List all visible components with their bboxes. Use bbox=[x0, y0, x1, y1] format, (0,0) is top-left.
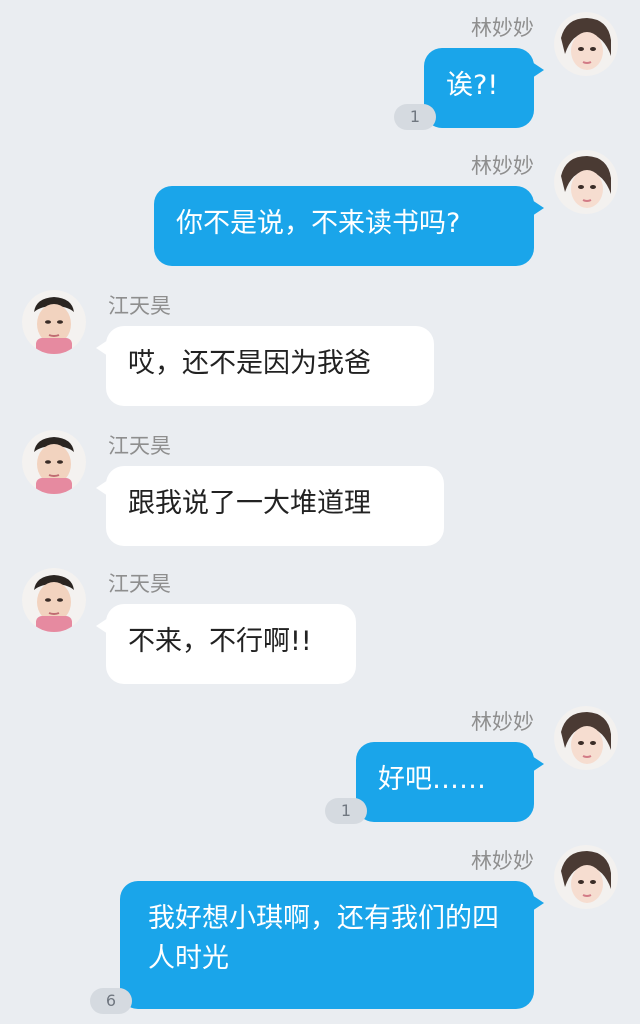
chat-message: 林妙妙 我好想小琪啊，还有我们的四人时光 6 bbox=[0, 845, 640, 1024]
sender-name: 林妙妙 bbox=[471, 154, 534, 178]
message-bubble[interactable]: 好吧…… bbox=[356, 742, 544, 822]
girl-avatar-icon bbox=[554, 845, 618, 909]
sender-name: 林妙妙 bbox=[471, 16, 534, 40]
sender-avatar[interactable] bbox=[22, 290, 86, 354]
message-bubble[interactable]: 哎，还不是因为我爸 bbox=[96, 326, 434, 406]
boy-avatar-icon bbox=[22, 430, 86, 494]
chat-message: 江天昊 跟我说了一大堆道理 bbox=[0, 430, 640, 550]
chat-message: 江天昊 不来，不行啊!! bbox=[0, 568, 640, 688]
girl-avatar-icon bbox=[554, 12, 618, 76]
sender-avatar[interactable] bbox=[22, 430, 86, 494]
sender-name: 江天昊 bbox=[108, 434, 171, 458]
sender-avatar[interactable] bbox=[554, 12, 618, 76]
message-bubble[interactable]: 诶?! bbox=[424, 48, 544, 128]
sender-avatar[interactable] bbox=[554, 150, 618, 214]
girl-avatar-icon bbox=[554, 150, 618, 214]
chat-message: 江天昊 哎，还不是因为我爸 bbox=[0, 290, 640, 410]
read-count-badge: 6 bbox=[90, 988, 132, 1014]
girl-avatar-icon bbox=[554, 706, 618, 770]
boy-avatar-icon bbox=[22, 568, 86, 632]
chat-message: 林妙妙 你不是说，不来读书吗? bbox=[0, 150, 640, 270]
message-bubble[interactable]: 你不是说，不来读书吗? bbox=[154, 186, 544, 266]
read-count-badge: 1 bbox=[325, 798, 367, 824]
chat-message: 林妙妙 诶?! 1 bbox=[0, 12, 640, 132]
boy-avatar-icon bbox=[22, 290, 86, 354]
message-bubble[interactable]: 我好想小琪啊，还有我们的四人时光 bbox=[120, 881, 544, 1009]
sender-avatar[interactable] bbox=[22, 568, 86, 632]
sender-avatar[interactable] bbox=[554, 845, 618, 909]
chat-message-list: 林妙妙 诶?! 1 林妙妙 你不是说，不来读书吗? 江天昊 哎，还不是因为我爸 … bbox=[0, 0, 640, 1024]
message-bubble[interactable]: 跟我说了一大堆道理 bbox=[96, 466, 444, 546]
sender-avatar[interactable] bbox=[554, 706, 618, 770]
sender-name: 江天昊 bbox=[108, 572, 171, 596]
sender-name: 林妙妙 bbox=[471, 710, 534, 734]
sender-name: 江天昊 bbox=[108, 294, 171, 318]
message-bubble[interactable]: 不来，不行啊!! bbox=[96, 604, 356, 684]
chat-message: 林妙妙 好吧…… 1 bbox=[0, 706, 640, 826]
read-count-badge: 1 bbox=[394, 104, 436, 130]
sender-name: 林妙妙 bbox=[471, 849, 534, 873]
